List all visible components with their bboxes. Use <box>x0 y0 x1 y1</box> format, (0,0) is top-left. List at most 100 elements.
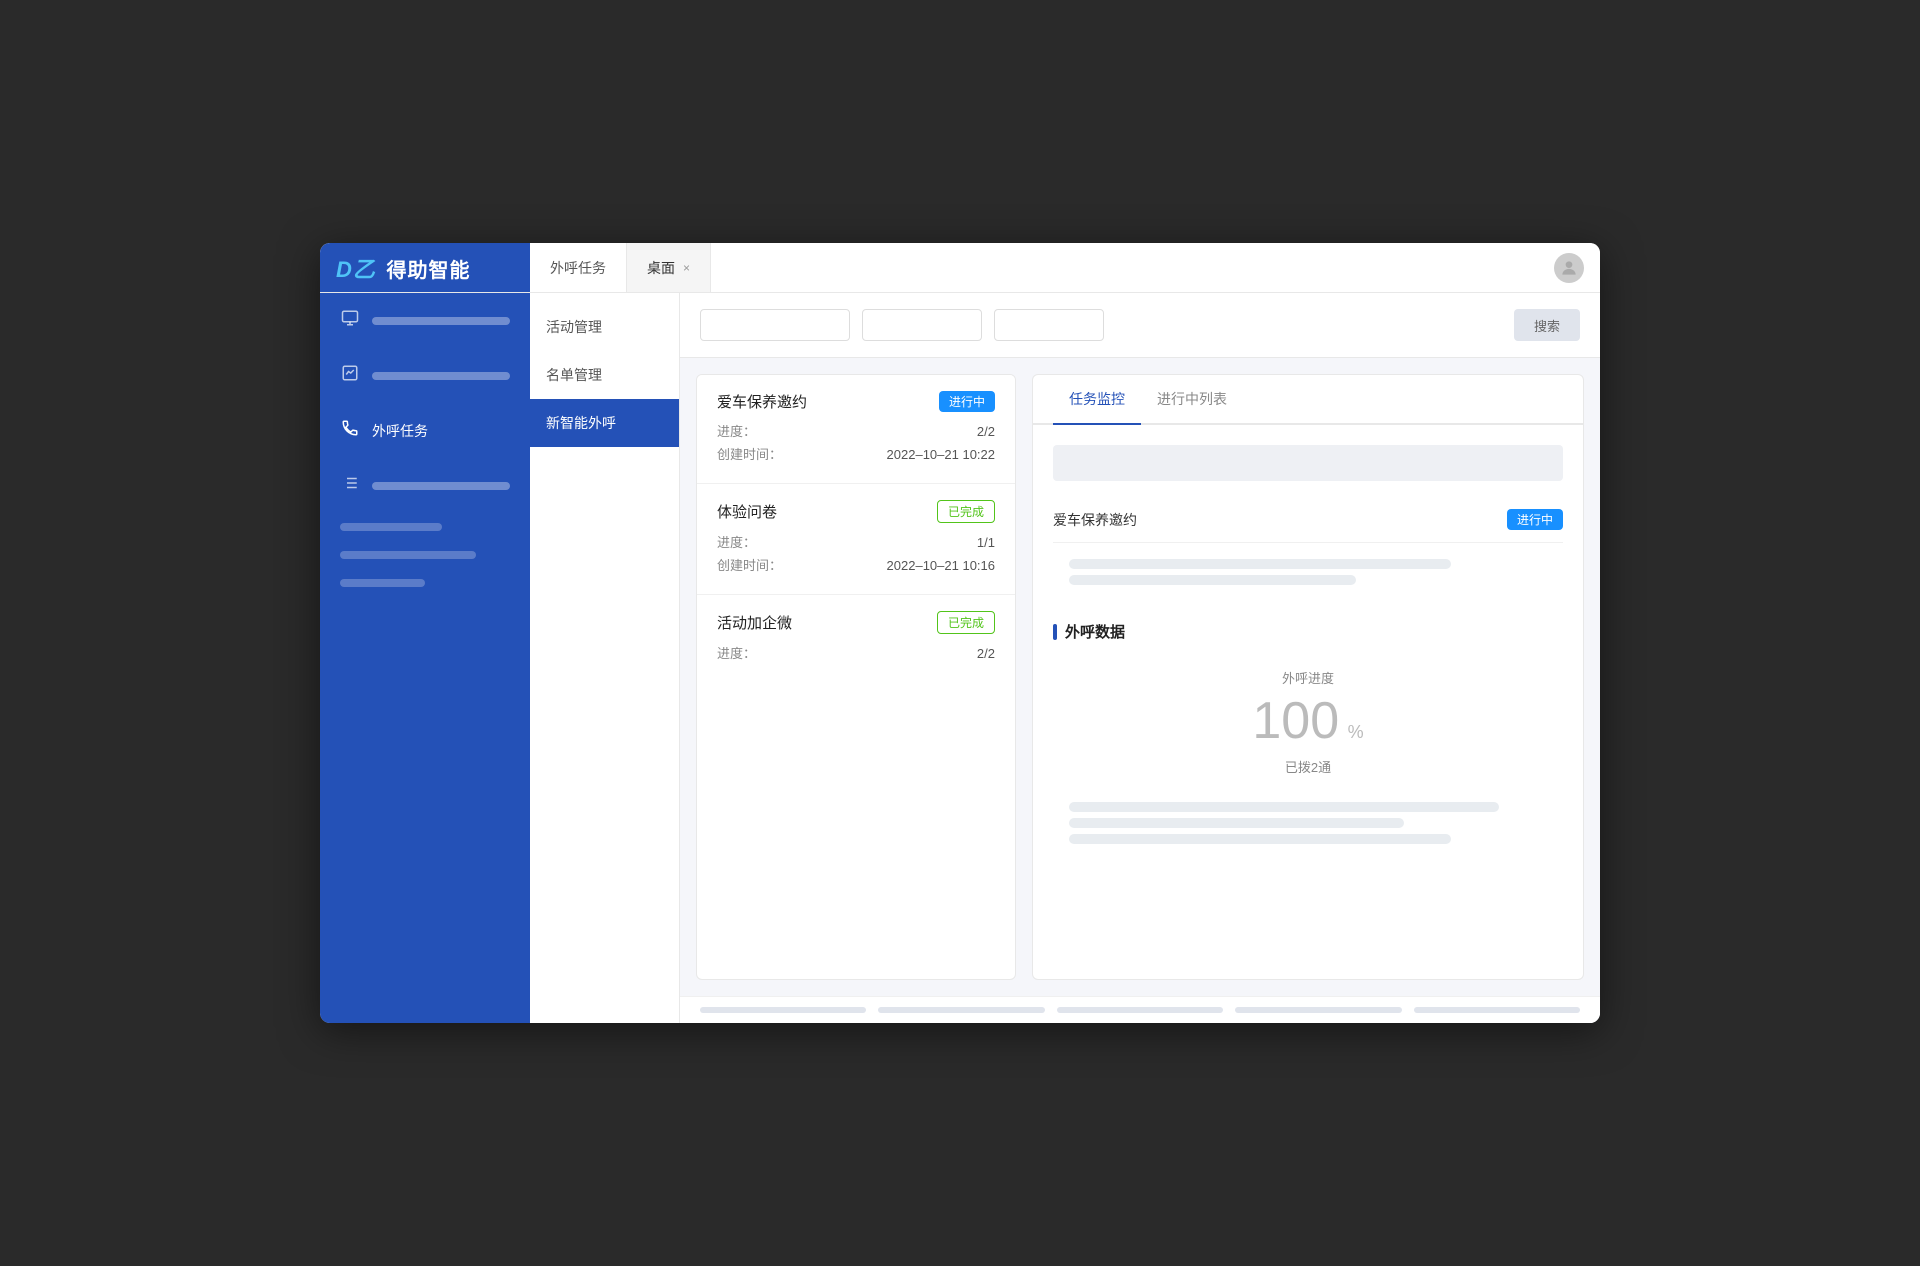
task-card-2-progress-label: 进度： <box>717 531 756 554</box>
outbound-progress-label: 外呼进度 <box>1053 668 1563 687</box>
sub-menu-item-activity[interactable]: 活动管理 <box>530 303 679 351</box>
task-card-2-badge: 已完成 <box>937 500 995 523</box>
outbound-sub-label: 已拨2通 <box>1053 757 1563 776</box>
cards-detail-layout: 爱车保养邀约 进行中 进度： 2/2 创建时间： 2022–10–21 10:2… <box>680 358 1600 996</box>
bottom-scroll-bars <box>680 996 1600 1023</box>
tab-desktop[interactable]: 桌面 × <box>627 243 711 292</box>
task-card-2-meta: 进度： 1/1 创建时间： 2022–10–21 10:16 <box>717 531 995 578</box>
bottom-bar-2 <box>878 1007 1044 1013</box>
sidebar-item-monitor[interactable] <box>320 293 530 348</box>
sidebar-item-list-bar <box>372 482 510 490</box>
section-bar-icon <box>1053 624 1057 640</box>
filter-input-2[interactable] <box>862 309 982 341</box>
detail-content: 爱车保养邀约 进行中 外呼数据 <box>1033 425 1583 979</box>
sidebar-item-outbound-label: 外呼任务 <box>372 421 428 441</box>
avatar[interactable] <box>1554 253 1584 283</box>
sidebar-bar-row-2 <box>320 541 530 569</box>
detail-placeholder-top <box>1053 445 1563 481</box>
tab-close-icon[interactable]: × <box>683 261 690 275</box>
detail-tab-inprogress[interactable]: 进行中列表 <box>1141 375 1243 423</box>
phone-icon <box>340 419 360 442</box>
chart-icon <box>340 364 360 387</box>
sidebar-item-monitor-bar <box>372 317 510 325</box>
monitor-task-row: 爱车保养邀约 进行中 <box>1053 497 1563 543</box>
ph-bar-4 <box>1069 818 1404 828</box>
task-card-1-progress-label: 进度： <box>717 420 756 443</box>
sub-menu-item-new-outbound[interactable]: 新智能外呼 <box>530 399 679 447</box>
task-card-2[interactable]: 体验问卷 已完成 进度： 1/1 创建时间： 2022–10–21 10:16 <box>697 484 1015 595</box>
list-icon <box>340 474 360 497</box>
outbound-section-title: 外呼数据 <box>1053 621 1563 642</box>
sidebar-bar-row-3 <box>320 569 530 597</box>
ph-bar-3 <box>1069 802 1499 812</box>
detail-placeholder-bars <box>1053 543 1563 601</box>
task-card-1-progress-val: 2/2 <box>977 420 995 443</box>
bottom-bar-5 <box>1414 1007 1580 1013</box>
outbound-progress-number-row: 100 % <box>1053 695 1563 747</box>
sidebar-item-chart-bar <box>372 372 510 380</box>
outbound-stats: 外呼进度 100 % 已拨2通 <box>1053 658 1563 786</box>
ph-bar-2 <box>1069 575 1356 585</box>
task-card-2-created-label: 创建时间： <box>717 554 782 577</box>
sidebar-bar-row-1 <box>320 513 530 541</box>
tab-desktop-label: 桌面 <box>647 258 675 278</box>
sidebar-item-list[interactable] <box>320 458 530 513</box>
sidebar-bar-1 <box>340 523 442 531</box>
task-card-3-header: 活动加企微 已完成 <box>717 611 995 634</box>
task-card-2-progress-val: 1/1 <box>977 531 995 554</box>
detail-panel: 任务监控 进行中列表 爱车保养邀约 进行中 <box>1032 374 1584 980</box>
detail-tab-monitor[interactable]: 任务监控 <box>1053 375 1141 423</box>
filter-input-3[interactable] <box>994 309 1104 341</box>
search-button[interactable]: 搜索 <box>1514 309 1580 341</box>
logo: D乙 得助智能 <box>336 252 470 284</box>
task-card-1-header: 爱车保养邀约 进行中 <box>717 391 995 412</box>
task-card-1-name: 爱车保养邀约 <box>717 391 807 412</box>
task-card-2-created-val: 2022–10–21 10:16 <box>887 554 995 577</box>
monitor-icon <box>340 309 360 332</box>
task-list: 爱车保养邀约 进行中 进度： 2/2 创建时间： 2022–10–21 10:2… <box>696 374 1016 980</box>
bottom-bar-4 <box>1235 1007 1401 1013</box>
outbound-progress-unit: % <box>1348 722 1364 742</box>
bottom-bar-3 <box>1057 1007 1223 1013</box>
task-card-2-header: 体验问卷 已完成 <box>717 500 995 523</box>
detail-placeholder-bars-2 <box>1053 786 1563 860</box>
logo-name: 得助智能 <box>386 260 470 282</box>
task-card-2-name: 体验问卷 <box>717 501 777 522</box>
ph-bar-1 <box>1069 559 1451 569</box>
filter-bar: 搜索 <box>680 293 1600 358</box>
header-right <box>1538 243 1600 292</box>
task-card-1-meta: 进度： 2/2 创建时间： 2022–10–21 10:22 <box>717 420 995 467</box>
logo-area: D乙 得助智能 <box>320 243 530 292</box>
ph-bar-5 <box>1069 834 1451 844</box>
task-card-1-badge: 进行中 <box>939 391 995 412</box>
task-card-3-badge: 已完成 <box>937 611 995 634</box>
monitor-task-badge: 进行中 <box>1507 509 1563 530</box>
main-layout: 外呼任务 <box>320 293 1600 1023</box>
bottom-bar-1 <box>700 1007 866 1013</box>
task-card-3-name: 活动加企微 <box>717 612 792 633</box>
sidebar-bar-2 <box>340 551 476 559</box>
sidebar-item-outbound[interactable]: 外呼任务 <box>320 403 530 458</box>
app-window: D乙 得助智能 外呼任务 桌面 × <box>320 243 1600 1023</box>
filter-input-1[interactable] <box>700 309 850 341</box>
task-card-1[interactable]: 爱车保养邀约 进行中 进度： 2/2 创建时间： 2022–10–21 10:2… <box>697 375 1015 484</box>
detail-tabs: 任务监控 进行中列表 <box>1033 375 1583 425</box>
tabs-area: 外呼任务 桌面 × <box>530 243 1538 292</box>
sidebar-bar-3 <box>340 579 425 587</box>
titlebar: D乙 得助智能 外呼任务 桌面 × <box>320 243 1600 293</box>
logo-dz: D乙 <box>336 257 376 282</box>
task-card-3-progress-label: 进度： <box>717 642 756 665</box>
tab-outbound-label: 外呼任务 <box>550 258 606 278</box>
tab-outbound-task[interactable]: 外呼任务 <box>530 243 627 292</box>
sidebar: 外呼任务 <box>320 293 530 1023</box>
task-card-1-created-val: 2022–10–21 10:22 <box>887 443 995 466</box>
monitor-task-name: 爱车保养邀约 <box>1053 510 1137 530</box>
task-card-1-created-label: 创建时间： <box>717 443 782 466</box>
task-card-3-progress-val: 2/2 <box>977 642 995 665</box>
outbound-progress-number: 100 <box>1252 692 1339 750</box>
content-area: 搜索 爱车保养邀约 进行中 进度： 2/2 <box>680 293 1600 1023</box>
sidebar-item-chart[interactable] <box>320 348 530 403</box>
task-card-3[interactable]: 活动加企微 已完成 进度： 2/2 <box>697 595 1015 681</box>
sub-menu-item-list[interactable]: 名单管理 <box>530 351 679 399</box>
sub-sidebar: 活动管理 名单管理 新智能外呼 <box>530 293 680 1023</box>
